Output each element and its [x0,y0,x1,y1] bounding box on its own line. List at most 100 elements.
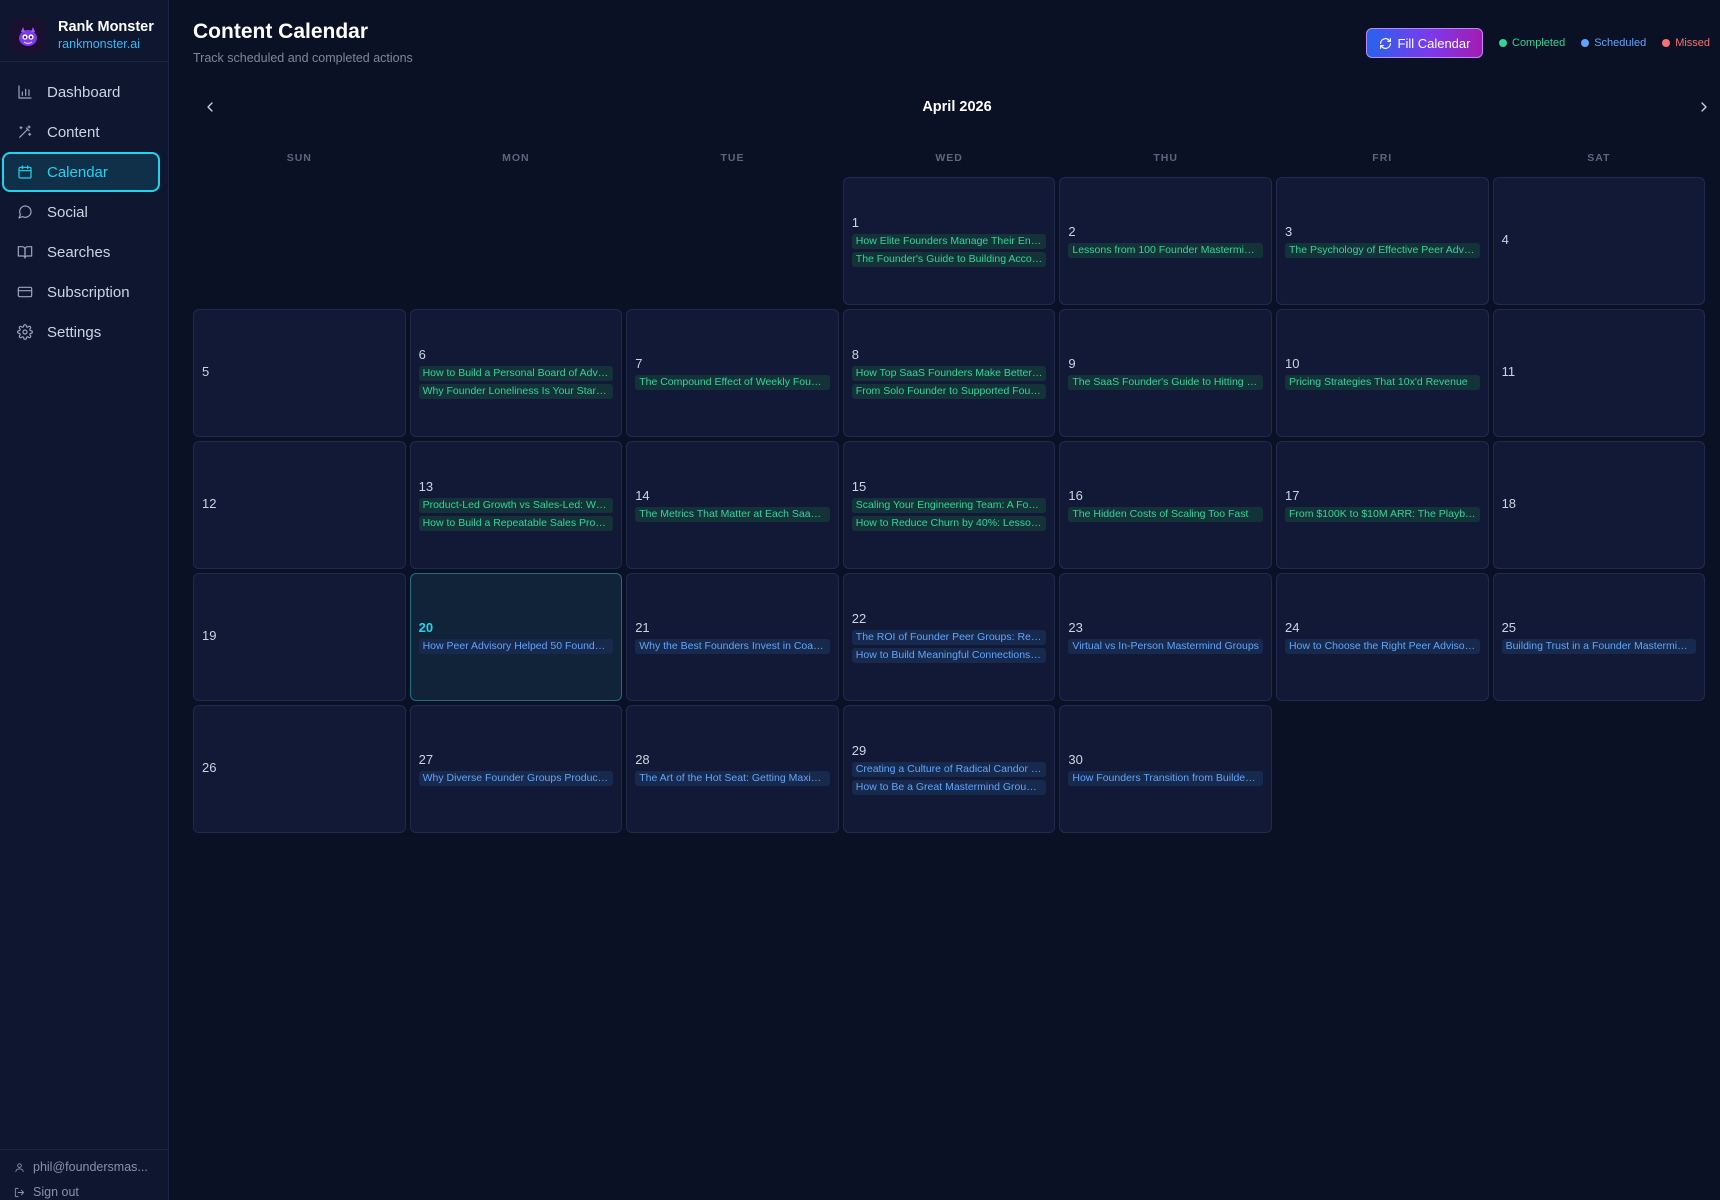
sidebar: Rank Monster rankmonster.ai Dashboard Co… [0,0,169,1200]
sidebar-item-social[interactable]: Social [2,192,166,232]
calendar-day-23[interactable]: 23 Virtual vs In-Person Mastermind Groups [1059,573,1272,701]
event-chip-scheduled[interactable]: How to Be a Great Mastermind Group Membe… [851,780,1047,795]
calendar-day-21[interactable]: 21 Why the Best Founders Invest in Coachi… [626,573,839,701]
sidebar-item-settings[interactable]: Settings [2,312,166,352]
fill-calendar-button[interactable]: Fill Calendar [1366,28,1483,58]
calendar-day-25[interactable]: 25 Building Trust in a Founder Mastermind… [1492,573,1706,701]
event-chip-completed[interactable]: The Founder's Guide to Building Accounta… [851,252,1047,267]
sidebar-item-dashboard[interactable]: Dashboard [2,72,166,112]
sidebar-item-label: Content [47,123,100,141]
event-chip-scheduled[interactable]: Virtual vs In-Person Mastermind Groups [1068,639,1263,654]
sidebar-item-calendar[interactable]: Calendar [2,152,160,192]
calendar-day-24[interactable]: 24 How to Choose the Right Peer Advisory … [1275,573,1489,701]
event-chip-completed[interactable]: From $100K to $10M ARR: The Playbook [1284,507,1480,522]
sidebar-footer: phil@foundersmas... Sign out [0,1149,168,1200]
calendar-day-6[interactable]: 6 How to Build a Personal Board of Adviso… [409,309,623,437]
event-chip-completed[interactable]: Pricing Strategies That 10x'd Revenue [1284,375,1480,390]
calendar-day-30[interactable]: 30 How Founders Transition from Builder t… [1059,705,1272,833]
calendar-day-15[interactable]: 15 Scaling Your Engineering Team: A Found… [842,441,1056,569]
day-number: 30 [1068,752,1083,767]
event-chip-completed[interactable]: Scaling Your Engineering Team: A Founder… [851,498,1047,513]
calendar-day-14[interactable]: 14 The Metrics That Matter at Each SaaS S… [626,441,839,569]
event-chip-scheduled[interactable]: How Peer Advisory Helped 50 Founders Sca… [418,639,614,654]
calendar-day-27[interactable]: 27 Why Diverse Founder Groups Produce Bet… [409,705,623,833]
status-legend: Completed Scheduled Missed [1499,37,1710,49]
event-chip-completed[interactable]: The Hidden Costs of Scaling Too Fast [1068,507,1263,522]
calendar-day-29[interactable]: 29 Creating a Culture of Radical Candor i… [842,705,1056,833]
day-number: 29 [851,743,867,758]
day-number: 22 [851,611,867,626]
brand-url[interactable]: rankmonster.ai [58,36,154,52]
next-month-button[interactable] [1696,99,1712,115]
event-chip-completed[interactable]: How to Build a Personal Board of Advisor… [418,366,614,381]
event-chip-completed[interactable]: Product-Led Growth vs Sales-Led: What Wo… [418,498,614,513]
calendar-day-2[interactable]: 2 Lessons from 100 Founder Mastermind Ses… [1059,177,1272,305]
calendar-day-20[interactable]: 20 How Peer Advisory Helped 50 Founders S… [409,573,623,701]
event-chip-scheduled[interactable]: How Founders Transition from Builder to … [1068,771,1263,786]
calendar-day-10[interactable]: 10 Pricing Strategies That 10x'd Revenue [1275,309,1489,437]
day-number: 17 [1284,488,1300,503]
sign-out-button[interactable]: Sign out [0,1180,168,1200]
day-number: 4 [1501,231,1509,247]
page-title: Content Calendar [193,20,369,43]
calendar-day-12[interactable]: 12 [193,441,406,569]
sidebar-item-label: Settings [47,323,102,341]
event-chip-completed[interactable]: How to Reduce Churn by 40%: Lessons Lear… [851,516,1047,531]
event-chip-completed[interactable]: How Elite Founders Manage Their Energy [851,234,1047,249]
day-number: 5 [202,363,210,379]
event-chip-scheduled[interactable]: Building Trust in a Founder Mastermind G… [1501,639,1697,654]
calendar-day-3[interactable]: 3 The Psychology of Effective Peer Adviso… [1275,177,1489,305]
day-number: 7 [635,356,643,371]
calendar-day-5[interactable]: 5 [193,309,406,437]
day-number: 3 [1284,224,1293,239]
day-number: 10 [1284,356,1300,371]
book-open-icon [17,246,33,259]
calendar-day-19[interactable]: 19 [193,573,406,701]
event-chip-completed[interactable]: How Top SaaS Founders Make Better Decisi… [851,366,1047,381]
calendar-day-16[interactable]: 16 The Hidden Costs of Scaling Too Fast [1059,441,1272,569]
event-chip-completed[interactable]: The Compound Effect of Weekly Founder Me… [635,375,830,390]
event-chip-completed[interactable]: How to Build a Repeatable Sales Process [418,516,614,531]
sidebar-item-content[interactable]: Content [2,112,166,152]
calendar-day-28[interactable]: 28 The Art of the Hot Seat: Getting Maxim… [626,705,839,833]
day-number: 13 [418,479,434,494]
event-chip-completed[interactable]: From Solo Founder to Supported Founder [851,384,1047,399]
event-list: The Metrics That Matter at Each SaaS Sta… [635,507,830,522]
event-chip-scheduled[interactable]: The Art of the Hot Seat: Getting Maximum… [635,771,830,786]
day-number: 1 [851,215,860,230]
calendar-day-22[interactable]: 22 The ROI of Founder Peer Groups: Real N… [842,573,1056,701]
event-chip-completed[interactable]: Why Founder Loneliness Is Your Startup's… [418,384,614,399]
event-chip-scheduled[interactable]: How to Build Meaningful Connections as a… [851,648,1047,663]
calendar-day-11[interactable]: 11 [1492,309,1706,437]
event-list: How Founders Transition from Builder to … [1068,771,1263,786]
calendar-day-26[interactable]: 26 [193,705,406,833]
event-chip-completed[interactable]: The SaaS Founder's Guide to Hitting $1M … [1068,375,1263,390]
sidebar-item-subscription[interactable]: Subscription [2,272,166,312]
event-chip-scheduled[interactable]: Why Diverse Founder Groups Produce Bette… [418,771,614,786]
event-chip-scheduled[interactable]: How to Choose the Right Peer Advisory Gr… [1284,639,1480,654]
calendar-day-8[interactable]: 8 How Top SaaS Founders Make Better Decis… [842,309,1056,437]
sidebar-item-searches[interactable]: Searches [2,232,166,272]
event-chip-scheduled[interactable]: Why the Best Founders Invest in Coaching [635,639,830,654]
event-chip-scheduled[interactable]: Creating a Culture of Radical Candor in … [851,762,1047,777]
sidebar-nav: Dashboard Content Calendar Social Search… [0,62,168,352]
weekday-label: MON [502,152,530,164]
calendar-day-9[interactable]: 9 The SaaS Founder's Guide to Hitting $1M… [1059,309,1272,437]
legend-dot [1499,39,1507,47]
previous-month-button[interactable] [202,99,218,115]
brand[interactable]: Rank Monster rankmonster.ai [0,0,168,62]
calendar-day-18[interactable]: 18 [1492,441,1706,569]
calendar-day-1[interactable]: 1 How Elite Founders Manage Their Energy T… [842,177,1056,305]
day-number: 20 [418,620,434,635]
event-list: The Hidden Costs of Scaling Too Fast [1068,507,1263,522]
calendar-day-7[interactable]: 7 The Compound Effect of Weekly Founder M… [626,309,839,437]
day-number: 2 [1068,224,1076,239]
calendar-day-13[interactable]: 13 Product-Led Growth vs Sales-Led: What … [409,441,623,569]
weekday-label: SAT [1587,152,1611,164]
event-chip-completed[interactable]: The Metrics That Matter at Each SaaS Sta… [635,507,830,522]
event-chip-scheduled[interactable]: The ROI of Founder Peer Groups: Real Num… [851,630,1047,645]
event-chip-completed[interactable]: The Psychology of Effective Peer Advisor… [1284,243,1480,258]
calendar-day-17[interactable]: 17 From $100K to $10M ARR: The Playbook [1275,441,1489,569]
calendar-day-4[interactable]: 4 [1492,177,1706,305]
event-chip-completed[interactable]: Lessons from 100 Founder Mastermind Sess… [1068,243,1263,258]
